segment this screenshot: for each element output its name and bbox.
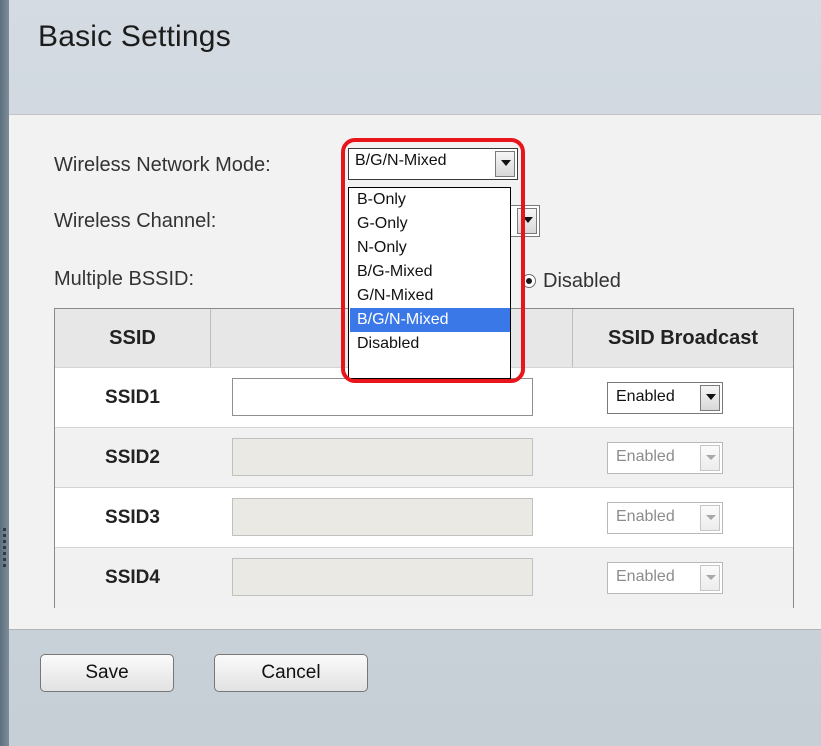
- table-row: SSID4 Enabled: [55, 547, 793, 608]
- ssid-name-cell: SSID1: [105, 387, 160, 408]
- save-button[interactable]: Save: [40, 654, 174, 692]
- option-n-only[interactable]: N-Only: [350, 236, 510, 260]
- option-g-only[interactable]: G-Only: [350, 212, 510, 236]
- chevron-down-icon[interactable]: [517, 208, 537, 234]
- chevron-down-icon: [700, 565, 720, 591]
- bssid-disabled-radio[interactable]: [522, 274, 536, 288]
- option-disabled[interactable]: Disabled: [350, 332, 510, 356]
- broadcast-value: Enabled: [616, 568, 675, 585]
- page-title: Basic Settings: [38, 20, 231, 53]
- network-mode-dropdown-list: B-Only G-Only N-Only B/G-Mixed G/N-Mixed…: [348, 187, 511, 379]
- broadcast-value: Enabled: [616, 448, 675, 465]
- ssid4-name-input: [232, 558, 533, 596]
- network-mode-select-box[interactable]: B/G/N-Mixed: [348, 148, 518, 180]
- router-settings-page: Basic Settings Wireless Network Mode: B/…: [0, 0, 821, 746]
- chevron-down-icon[interactable]: [495, 151, 515, 177]
- ssid3-name-input: [232, 498, 533, 536]
- chevron-down-icon[interactable]: [700, 385, 720, 411]
- ssid-name-cell: SSID2: [105, 447, 160, 468]
- ssid-name-cell: SSID4: [105, 567, 160, 588]
- wireless-channel-label: Wireless Channel:: [54, 210, 217, 232]
- option-gn-mixed[interactable]: G/N-Mixed: [350, 284, 510, 308]
- network-mode-select[interactable]: B/G/N-Mixed: [348, 148, 520, 180]
- broadcast-value: Enabled: [616, 388, 675, 405]
- ssid1-name-input[interactable]: [232, 378, 533, 416]
- option-bgn-mixed[interactable]: B/G/N-Mixed: [350, 308, 510, 332]
- multiple-bssid-label: Multiple BSSID:: [54, 268, 195, 290]
- broadcast-value: Enabled: [616, 508, 675, 525]
- network-mode-label: Wireless Network Mode:: [54, 154, 271, 176]
- table-row: SSID3 Enabled: [55, 487, 793, 548]
- option-bg-mixed[interactable]: B/G-Mixed: [350, 260, 510, 284]
- network-mode-value: B/G/N-Mixed: [355, 152, 447, 169]
- header-ssid: SSID: [109, 327, 156, 349]
- ssid3-broadcast-select: Enabled: [607, 502, 723, 534]
- chevron-down-icon: [700, 505, 720, 531]
- ssid2-name-input: [232, 438, 533, 476]
- option-b-only[interactable]: B-Only: [350, 188, 510, 212]
- ssid-name-cell: SSID3: [105, 507, 160, 528]
- ssid2-broadcast-select: Enabled: [607, 442, 723, 474]
- resize-grip-icon[interactable]: [3, 528, 6, 568]
- ssid1-broadcast-select[interactable]: Enabled: [607, 382, 723, 414]
- table-row: SSID2 Enabled: [55, 427, 793, 488]
- window-left-border: [0, 0, 9, 746]
- cancel-button[interactable]: Cancel: [214, 654, 368, 692]
- bssid-disabled-label: Disabled: [543, 270, 621, 292]
- chevron-down-icon: [700, 445, 720, 471]
- header-ssid-broadcast: SSID Broadcast: [607, 327, 759, 349]
- ssid4-broadcast-select: Enabled: [607, 562, 723, 594]
